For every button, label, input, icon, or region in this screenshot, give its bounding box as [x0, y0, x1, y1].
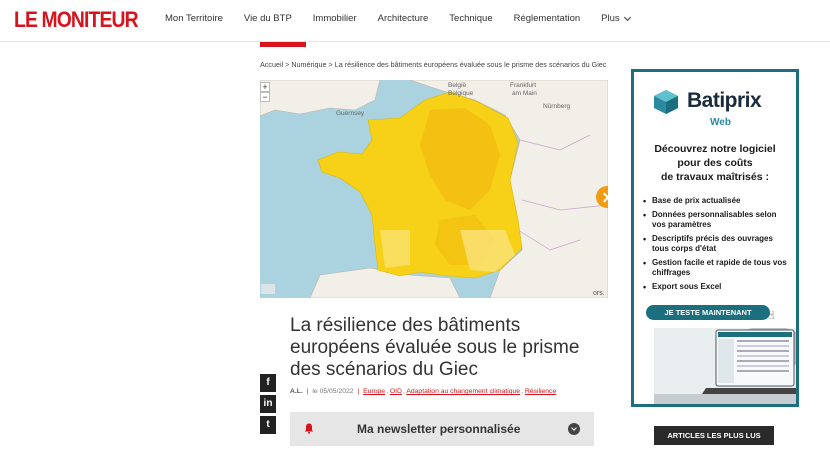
nav-mon-territoire[interactable]: Mon Territoire [165, 13, 223, 24]
zoom-out-button[interactable]: − [260, 92, 270, 102]
article-byline: A.L. | le 05/05/2022 | Europe, OID, Adap… [290, 388, 557, 395]
batiprix-ad[interactable]: Batiprix Web Découvrez notre logiciel po… [631, 69, 799, 407]
map-label-frankfurt: Frankfurt [510, 82, 537, 89]
chevron-down-icon [623, 13, 631, 21]
map-label-belgie: België [448, 82, 467, 89]
ad-feature: Descriptifs précis des ouvrages tous cor… [642, 234, 792, 254]
nav-vie-du-btp[interactable]: Vie du BTP [244, 13, 292, 24]
nav-architecture[interactable]: Architecture [378, 13, 429, 24]
ad-headline-line: de travaux maîtrisés : [661, 171, 769, 183]
ad-feature: Export sous Excel [642, 282, 792, 292]
nav-reglementation[interactable]: Réglementation [514, 13, 581, 24]
nav-plus[interactable]: Plus [601, 13, 631, 24]
ad-brand: Batiprix [687, 89, 762, 112]
batiprix-logo-icon [654, 90, 678, 114]
tag-resilience[interactable]: Résilience [525, 388, 556, 395]
facebook-icon[interactable]: f [260, 374, 276, 392]
newsletter-label: Ma newsletter personnalisée [357, 422, 521, 436]
twitter-icon[interactable]: t [260, 416, 276, 434]
article-author: A.L. [290, 388, 303, 395]
map-label-am-main: am Main [512, 90, 537, 97]
site-header: LE MONITEUR Mon Territoire Vie du BTP Im… [0, 0, 830, 42]
byline-separator: | [306, 388, 309, 395]
map-attribution: ors. [593, 290, 605, 297]
tag-europe[interactable]: Europe [363, 388, 385, 395]
byline-separator: | [357, 388, 360, 395]
section-accent-bar [260, 42, 306, 47]
map-label-belgique: Belgique [448, 90, 474, 97]
ad-headline: Découvrez notre logiciel pour des coûts … [634, 142, 796, 184]
site-logo[interactable]: LE MONITEUR [14, 7, 139, 33]
nav-immobilier[interactable]: Immobilier [313, 13, 357, 24]
most-read-heading: ARTICLES LES PLUS LUS [654, 426, 774, 445]
chevron-down-icon [568, 423, 580, 435]
map-canvas [260, 80, 608, 298]
map-label-guernsey: Guernsey [336, 110, 365, 117]
main-nav: Mon Territoire Vie du BTP Immobilier Arc… [165, 13, 651, 24]
ad-headline-line: pour des coûts [677, 157, 753, 169]
ad-headline-line: Découvrez notre logiciel [654, 143, 776, 155]
map-attribution-box [261, 284, 275, 294]
nav-technique[interactable]: Technique [449, 13, 492, 24]
share-bar: f in t [260, 374, 276, 437]
article-date: le 05/05/2022 [312, 388, 354, 395]
ad-feature-list: Base de prix actualisée Données personna… [642, 196, 792, 296]
zoom-in-button[interactable]: + [260, 82, 270, 92]
article-map[interactable]: + − België Belgique Frankfurt am Main Nü… [260, 80, 608, 298]
map-label-nurnberg: Nürnberg [543, 103, 571, 110]
breadcrumb[interactable]: Accueil > Numérique > La résilience des … [260, 60, 606, 69]
article-title: La résilience des bâtiments européens év… [290, 315, 580, 380]
ad-feature: Données personnalisables selon vos param… [642, 210, 792, 230]
map-zoom-control: + − [260, 82, 270, 102]
pointer-hand-icon: ☝ [768, 310, 775, 322]
laptop-screenshot-image [654, 328, 796, 404]
bell-icon [304, 423, 314, 434]
nav-plus-label: Plus [601, 13, 620, 24]
ad-cta-button[interactable]: JE TESTE MAINTENANT [646, 305, 770, 320]
newsletter-toggle[interactable]: Ma newsletter personnalisée [290, 412, 594, 446]
tag-oid[interactable]: OID [390, 388, 402, 395]
linkedin-icon[interactable]: in [260, 395, 276, 413]
ad-feature: Gestion facile et rapide de tous vos chi… [642, 258, 792, 278]
tag-adaptation[interactable]: Adaptation au changement climatique [406, 388, 520, 395]
ad-feature: Base de prix actualisée [642, 196, 792, 206]
ad-sub: Web [710, 117, 731, 128]
